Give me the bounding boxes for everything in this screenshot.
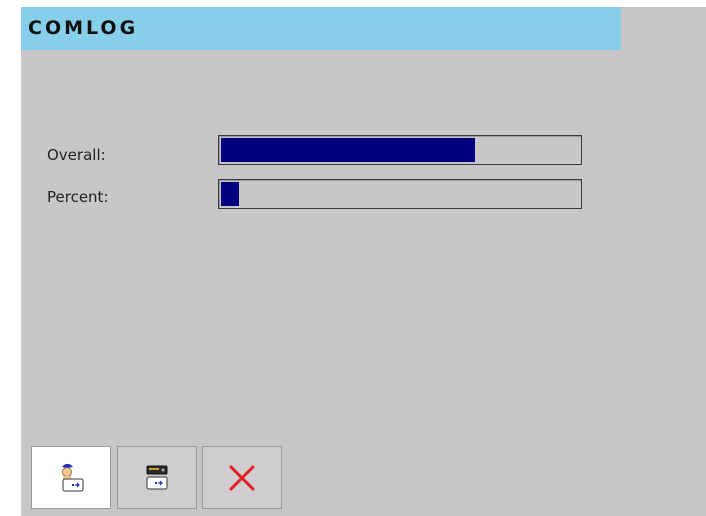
user-transfer-button[interactable]	[31, 446, 111, 509]
device-transfer-icon	[146, 465, 168, 489]
overall-progress-bar	[218, 135, 582, 165]
percent-progress-fill	[221, 182, 239, 206]
main-screen: COMLOG Overall: Percent:	[21, 7, 706, 516]
title-bar: COMLOG	[21, 7, 621, 50]
close-button[interactable]	[202, 446, 282, 509]
user-transfer-icon	[62, 463, 84, 491]
device-transfer-button[interactable]	[117, 446, 197, 509]
app-title: COMLOG	[28, 17, 139, 39]
close-icon	[229, 465, 255, 490]
percent-label: Percent:	[47, 188, 109, 206]
overall-progress-fill	[221, 138, 475, 162]
percent-progress-bar	[218, 179, 582, 209]
overall-label: Overall:	[47, 146, 106, 164]
